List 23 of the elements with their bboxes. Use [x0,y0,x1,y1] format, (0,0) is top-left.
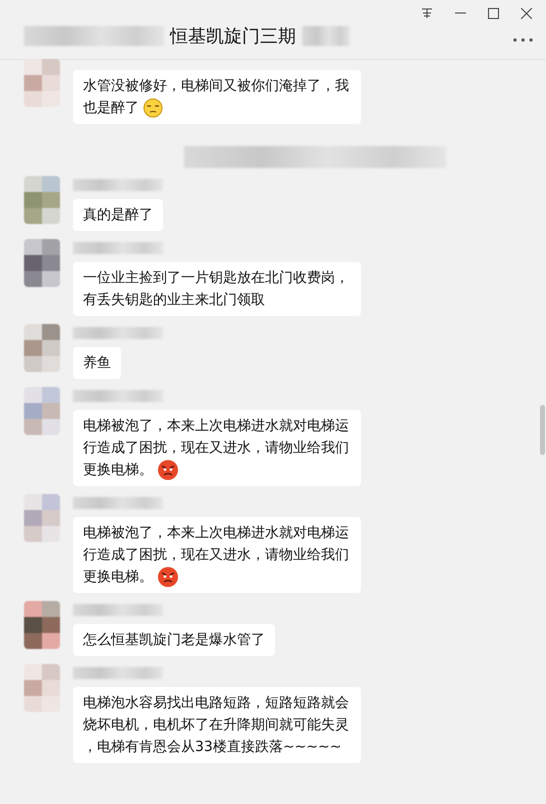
message-bubble: 电梯被泡了，本来上次电梯进水就对电梯运行造成了困扰，现在又进水，请物业给我们更换电梯。 [73,410,361,486]
avatar[interactable] [24,239,60,287]
pin-icon[interactable] [421,7,433,19]
more-icon[interactable] [513,38,533,42]
message-bubble: 水管没被修好，电梯间又被你们淹掉了，我也是醉了 [73,70,361,124]
smirk-emoji-icon [143,98,163,118]
maximize-icon[interactable] [488,8,499,18]
window-title: 恒基凯旋门三期 [170,25,296,48]
close-icon[interactable] [521,8,532,18]
avatar[interactable] [24,601,60,650]
message-bubble: 一位业主捡到了一片钥匙放在北门收费岗，有丢失钥匙的业主来北门领取 [73,262,361,316]
message-bubble: 养鱼 [73,347,121,379]
minimize-icon[interactable] [455,12,466,14]
redacted-text [302,26,350,46]
message-bubble: 电梯被泡了，本来上次电梯进水就对电梯运行造成了困扰，现在又进水，请物业给我们更换电梯。 [73,517,361,594]
angry-emoji-icon [157,459,179,482]
message-bubble: 真的是醉了 [73,199,163,231]
message-bubble: 怎么恒基凯旋门老是爆水管了 [73,624,275,656]
angry-emoji-icon [157,566,179,588]
avatar[interactable] [24,324,60,372]
message-bubble: 电梯泡水容易找出电路短路，短路短路就会烧坏电机，电机坏了在升降期间就可能失灵，电梯有肯恩会从33楼直接跌落~~~~~ [73,687,361,764]
avatar[interactable] [24,176,60,224]
scrollbar[interactable] [540,405,545,455]
